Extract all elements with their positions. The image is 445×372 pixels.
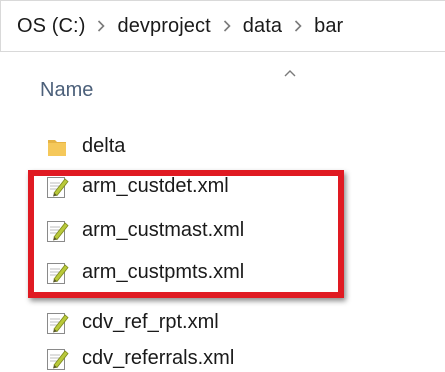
breadcrumb-item-devproject[interactable]: devproject <box>117 15 210 38</box>
breadcrumb-item-bar[interactable]: bar <box>314 15 343 38</box>
chevron-right-icon[interactable] <box>97 20 106 32</box>
list-item-folder[interactable]: delta <box>0 128 445 164</box>
file-name: cdv_referrals.xml <box>82 347 235 369</box>
list-item-file[interactable]: cdv_ref_rpt.xml <box>0 304 445 340</box>
file-name: arm_custdet.xml <box>82 175 229 197</box>
xml-file-icon <box>44 260 70 286</box>
file-name: delta <box>82 135 126 157</box>
list-item-file[interactable]: cdv_referrals.xml <box>0 340 445 372</box>
breadcrumb[interactable]: OS (C:) devproject data bar <box>0 0 445 52</box>
folder-icon <box>44 134 70 160</box>
xml-file-icon <box>44 218 70 244</box>
list-item-file[interactable]: arm_custpmts.xml <box>0 254 445 290</box>
breadcrumb-item-drive[interactable]: OS (C:) <box>17 15 85 38</box>
column-header-name[interactable]: Name <box>40 76 420 104</box>
chevron-right-icon[interactable] <box>223 20 231 32</box>
file-name: arm_custmast.xml <box>82 219 245 241</box>
list-item-file[interactable]: arm_custmast.xml <box>0 212 445 248</box>
xml-file-icon <box>44 346 70 372</box>
sort-ascending-chevron-icon <box>284 64 296 77</box>
chevron-right-icon[interactable] <box>294 20 302 32</box>
list-item-file[interactable]: arm_custdet.xml <box>0 168 445 204</box>
file-name: arm_custpmts.xml <box>82 261 245 283</box>
file-explorer-window: OS (C:) devproject data bar Name delta a… <box>0 0 445 372</box>
file-name: cdv_ref_rpt.xml <box>82 311 219 333</box>
xml-file-icon <box>44 310 70 336</box>
xml-file-icon <box>44 174 70 200</box>
breadcrumb-item-data[interactable]: data <box>243 15 282 38</box>
